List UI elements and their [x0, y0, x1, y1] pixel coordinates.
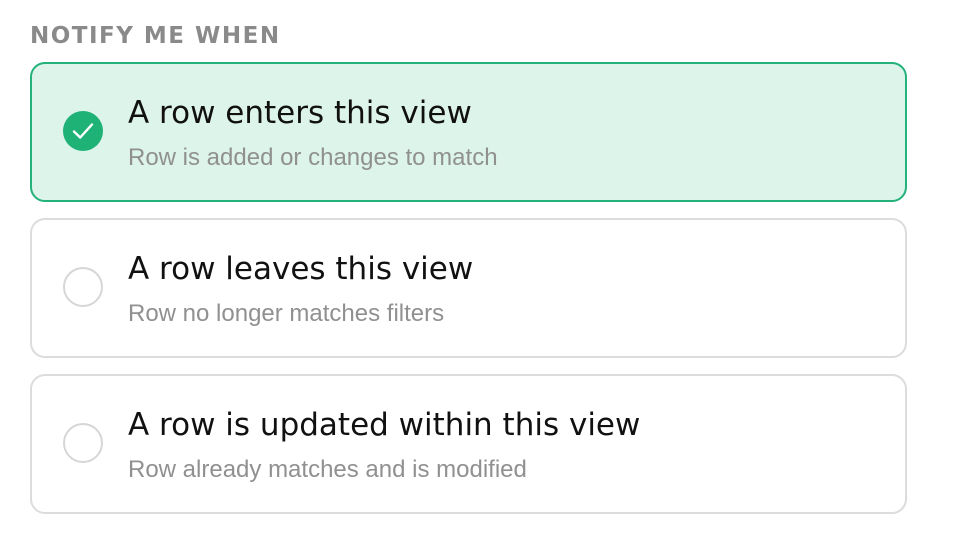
- check-icon[interactable]: [63, 111, 103, 151]
- option-description: Row already matches and is modified: [128, 456, 527, 483]
- empty-radio-icon[interactable]: [63, 267, 103, 307]
- notify-options-group: A row enters this view Row is added or c…: [30, 62, 907, 530]
- option-title: A row is updated within this view: [128, 407, 641, 443]
- option-description: Row is added or changes to match: [128, 144, 498, 171]
- option-title: A row enters this view: [128, 95, 472, 131]
- option-row-enters[interactable]: A row enters this view Row is added or c…: [30, 62, 907, 202]
- option-description: Row no longer matches filters: [128, 300, 445, 327]
- empty-radio-icon[interactable]: [63, 423, 103, 463]
- option-title: A row leaves this view: [128, 251, 474, 287]
- option-row-updated[interactable]: A row is updated within this view Row al…: [30, 374, 907, 514]
- notify-section-label: NOTIFY ME WHEN: [30, 23, 281, 49]
- option-row-leaves[interactable]: A row leaves this view Row no longer mat…: [30, 218, 907, 358]
